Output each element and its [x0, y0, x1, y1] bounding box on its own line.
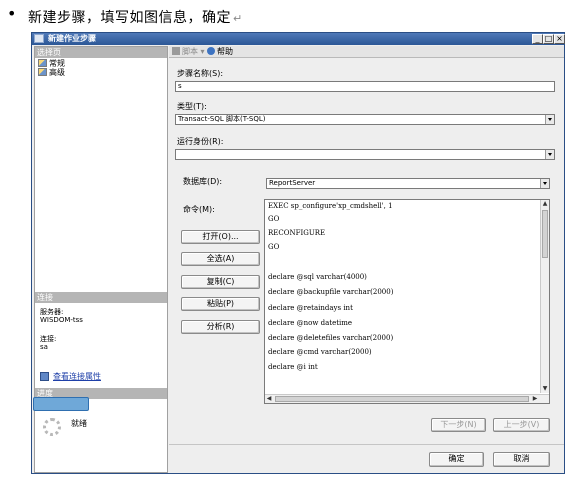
- command-line: declare @deletefiles varchar(2000): [268, 334, 394, 342]
- command-line: declare @sql varchar(4000): [268, 273, 367, 281]
- connection-label: 连接:: [40, 335, 57, 343]
- command-line: GO: [268, 243, 280, 251]
- command-line: GO: [268, 215, 280, 223]
- database-selected-value: ReportServer: [269, 179, 316, 187]
- view-connection-properties-label: 查看连接属性: [53, 372, 101, 381]
- run-as-select[interactable]: [175, 149, 555, 160]
- window-icon: [34, 34, 44, 43]
- previous-step-button[interactable]: 上一步(V): [493, 418, 550, 432]
- page-item-advanced[interactable]: 高级: [38, 68, 65, 77]
- vertical-scrollbar[interactable]: ▲ ▼: [540, 200, 549, 393]
- chevron-down-icon[interactable]: [545, 115, 554, 124]
- chevron-down-icon[interactable]: [540, 179, 549, 188]
- instruction-text: 新建步骤，填写如图信息，确定 ↵: [28, 7, 243, 27]
- page-icon: [38, 59, 47, 67]
- database-label: 数据库(D):: [183, 177, 223, 186]
- select-page-header: 选择页: [35, 47, 167, 58]
- step-name-input[interactable]: s: [175, 81, 555, 92]
- page-item-general-label: 常规: [49, 59, 65, 68]
- view-connection-properties-link[interactable]: 查看连接属性: [40, 371, 101, 382]
- ok-button[interactable]: 确定: [429, 452, 484, 467]
- vertical-scroll-thumb[interactable]: [542, 210, 548, 258]
- left-panel: 选择页 常规 高级 连接 服务器: WISDOM-tss 连接: sa 查看连接…: [33, 46, 168, 473]
- instruction-body: 新建步骤，填写如图信息，确定: [28, 10, 231, 26]
- chevron-down-icon[interactable]: [545, 150, 554, 159]
- parse-button[interactable]: 分析(R): [181, 320, 260, 334]
- connection-properties-icon: [40, 372, 49, 381]
- open-button[interactable]: 打开(O)...: [181, 230, 260, 244]
- document-instruction-line: • 新建步骤，填写如图信息，确定 ↵: [0, 0, 566, 32]
- minimize-button[interactable]: _: [532, 34, 543, 44]
- footer-divider: [169, 444, 564, 445]
- connection-value: sa: [40, 343, 48, 351]
- command-line: declare @cmd varchar(2000): [268, 348, 372, 356]
- script-button[interactable]: 脚本 ▾: [172, 47, 205, 57]
- scroll-up-arrow-icon[interactable]: ▲: [541, 200, 549, 208]
- close-button[interactable]: ×: [554, 34, 565, 44]
- page-icon: [38, 68, 47, 76]
- horizontal-scroll-thumb[interactable]: [275, 396, 529, 402]
- title-bar[interactable]: 新建作业步骤 _ □ ×: [32, 33, 565, 45]
- toolbar: 脚本 ▾ 帮助: [169, 46, 564, 58]
- scroll-left-arrow-icon[interactable]: ◀: [265, 395, 273, 403]
- command-line: declare @now datetime: [268, 319, 353, 327]
- paste-button[interactable]: 粘贴(P): [181, 297, 260, 311]
- type-selected-value: Transact-SQL 脚本(T-SQL): [178, 115, 266, 123]
- command-line: declare @backupfile varchar(2000): [268, 288, 394, 296]
- command-line: RECONFIGURE: [268, 229, 326, 237]
- progress-status: 就绪: [71, 419, 87, 428]
- command-line: EXEC sp_configure'xp_cmdshell', 1: [268, 202, 393, 210]
- connection-header: 连接: [35, 292, 167, 303]
- server-value: WISDOM-tss: [40, 316, 83, 324]
- type-select[interactable]: Transact-SQL 脚本(T-SQL): [175, 114, 555, 125]
- page-item-general[interactable]: 常规: [38, 59, 65, 68]
- scroll-right-arrow-icon[interactable]: ▶: [531, 395, 539, 403]
- command-editor[interactable]: EXEC sp_configure'xp_cmdshell', 1 GO REC…: [264, 199, 550, 404]
- help-icon: [207, 47, 215, 55]
- help-button[interactable]: 帮助: [207, 47, 233, 57]
- paragraph-mark: ↵: [233, 12, 243, 25]
- maximize-button[interactable]: □: [543, 34, 554, 44]
- command-line: declare @i int: [268, 363, 318, 371]
- help-label: 帮助: [217, 47, 233, 56]
- script-label: 脚本: [182, 47, 198, 56]
- run-as-label: 运行身份(R):: [177, 137, 224, 146]
- select-all-button[interactable]: 全选(A): [181, 252, 260, 266]
- cancel-button[interactable]: 取消: [493, 452, 550, 467]
- bullet-point: •: [7, 4, 17, 23]
- horizontal-scrollbar[interactable]: ◀ ▶: [265, 394, 549, 403]
- progress-tooltip-overlay: [33, 397, 89, 411]
- page-item-advanced-label: 高级: [49, 68, 65, 77]
- scroll-down-arrow-icon[interactable]: ▼: [541, 385, 549, 393]
- window-title: 新建作业步骤: [48, 34, 96, 43]
- command-label: 命令(M):: [183, 205, 215, 214]
- command-line: declare @retaindays int: [268, 304, 353, 312]
- server-label: 服务器:: [40, 308, 64, 316]
- progress-spinner-icon: [43, 418, 61, 436]
- copy-button[interactable]: 复制(C): [181, 275, 260, 289]
- database-select[interactable]: ReportServer: [266, 178, 550, 189]
- type-label: 类型(T):: [177, 102, 207, 111]
- next-step-button[interactable]: 下一步(N): [431, 418, 486, 432]
- step-name-label: 步骤名称(S):: [177, 69, 224, 78]
- script-icon: [172, 47, 180, 55]
